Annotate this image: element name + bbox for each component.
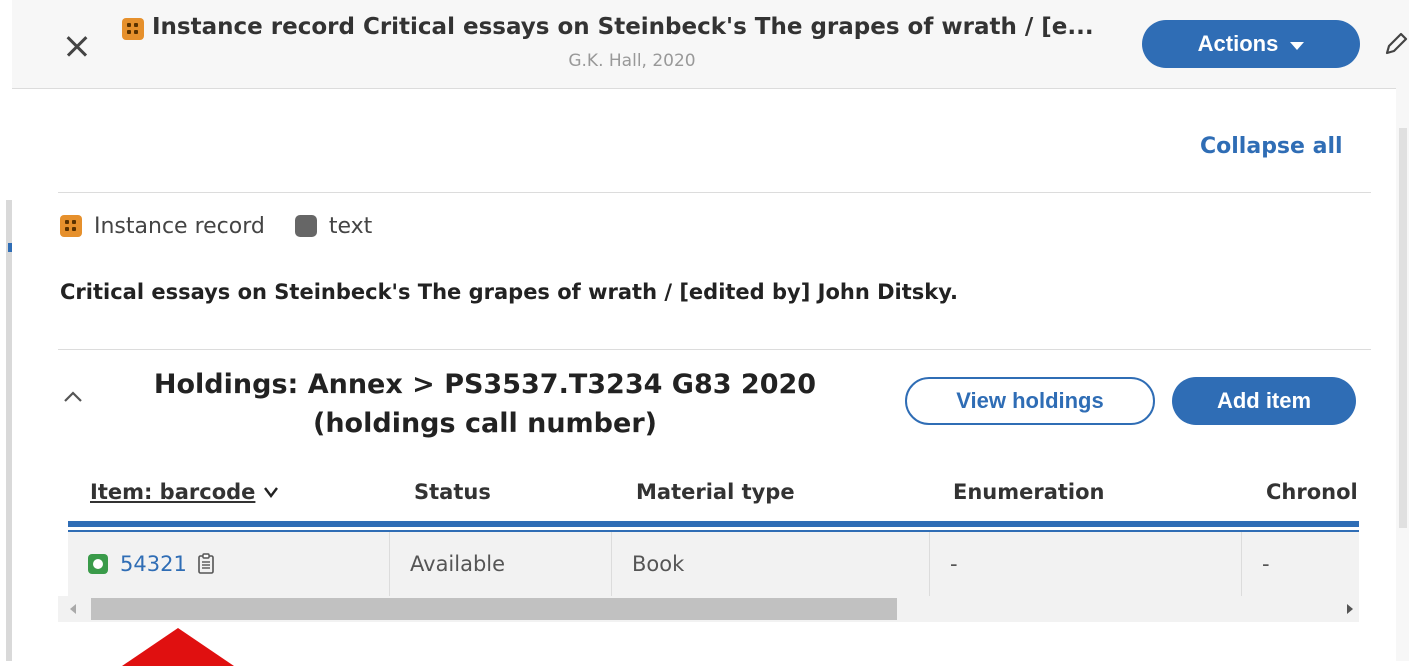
available-status-icon [88,554,108,574]
barcode-link[interactable]: 54321 [120,552,187,576]
chronology-cell: - [1262,552,1270,576]
annotation-arrow-icon [122,628,234,666]
status-cell: Available [390,532,612,596]
sort-descending-icon [264,487,279,498]
vertical-scrollbar-thumb[interactable] [1399,128,1407,528]
left-pane-scrollbar[interactable] [6,200,12,661]
scrollbar-thumb[interactable] [91,598,897,620]
record-type-row: Instance record text [60,211,372,241]
left-pane-edge [0,88,12,661]
items-table: Item: barcode Status Material type Enume… [58,470,1359,628]
holdings-title: Holdings: Annex > PS3537.T3234 G83 2020 … [95,365,875,443]
record-full-title: Critical essays on Steinbeck's The grape… [60,280,958,304]
header-title: Instance record Critical essays on Stein… [152,14,1094,40]
text-resource-icon [294,215,317,237]
column-header-barcode[interactable]: Item: barcode [90,480,279,504]
column-header-chronology[interactable]: Chronol [1266,480,1358,504]
pencil-icon[interactable] [1382,30,1409,58]
scroll-left-arrow-icon[interactable] [70,604,76,614]
table-header: Item: barcode Status Material type Enume… [58,470,1359,521]
resource-type-label: text [328,213,373,239]
instance-record-icon [122,18,144,40]
column-header-label: Item: barcode [90,480,256,504]
enumeration-cell: - [930,532,1242,596]
collapse-all-link[interactable]: Collapse all [1200,134,1343,159]
record-type-label: Instance record [94,213,265,239]
actions-button-label: Actions [1197,31,1279,56]
column-header-material-type[interactable]: Material type [636,480,795,504]
copy-to-clipboard-icon[interactable] [197,553,215,575]
vertical-scrollbar[interactable] [1396,88,1409,661]
barcode-cell: 54321 [68,532,390,596]
table-row[interactable]: 54321 Available Book - - [68,532,1359,597]
material-type-cell: Book [612,532,930,596]
column-header-enumeration[interactable]: Enumeration [953,480,1105,504]
instance-record-icon [60,215,82,237]
holdings-title-line1: Holdings: Annex > PS3537.T3234 G83 2020 [153,369,817,400]
header-underline [68,521,1359,527]
left-pane-indicator [8,243,12,252]
view-holdings-button[interactable]: View holdings [905,377,1155,425]
header-subtitle: G.K. Hall, 2020 [568,51,696,71]
add-item-button[interactable]: Add item [1172,377,1356,425]
scroll-right-arrow-icon[interactable] [1347,604,1353,614]
column-header-status[interactable]: Status [414,480,491,504]
record-header: Instance record Critical essays on Stein… [12,0,1409,89]
caret-down-icon [1290,41,1305,50]
chevron-up-icon[interactable] [62,386,84,408]
divider [58,192,1371,193]
actions-button[interactable]: Actions [1142,20,1360,68]
close-icon[interactable] [60,29,94,63]
horizontal-scrollbar[interactable] [58,596,1359,622]
holdings-title-line2: (holdings call number) [313,408,657,439]
divider [58,349,1371,350]
